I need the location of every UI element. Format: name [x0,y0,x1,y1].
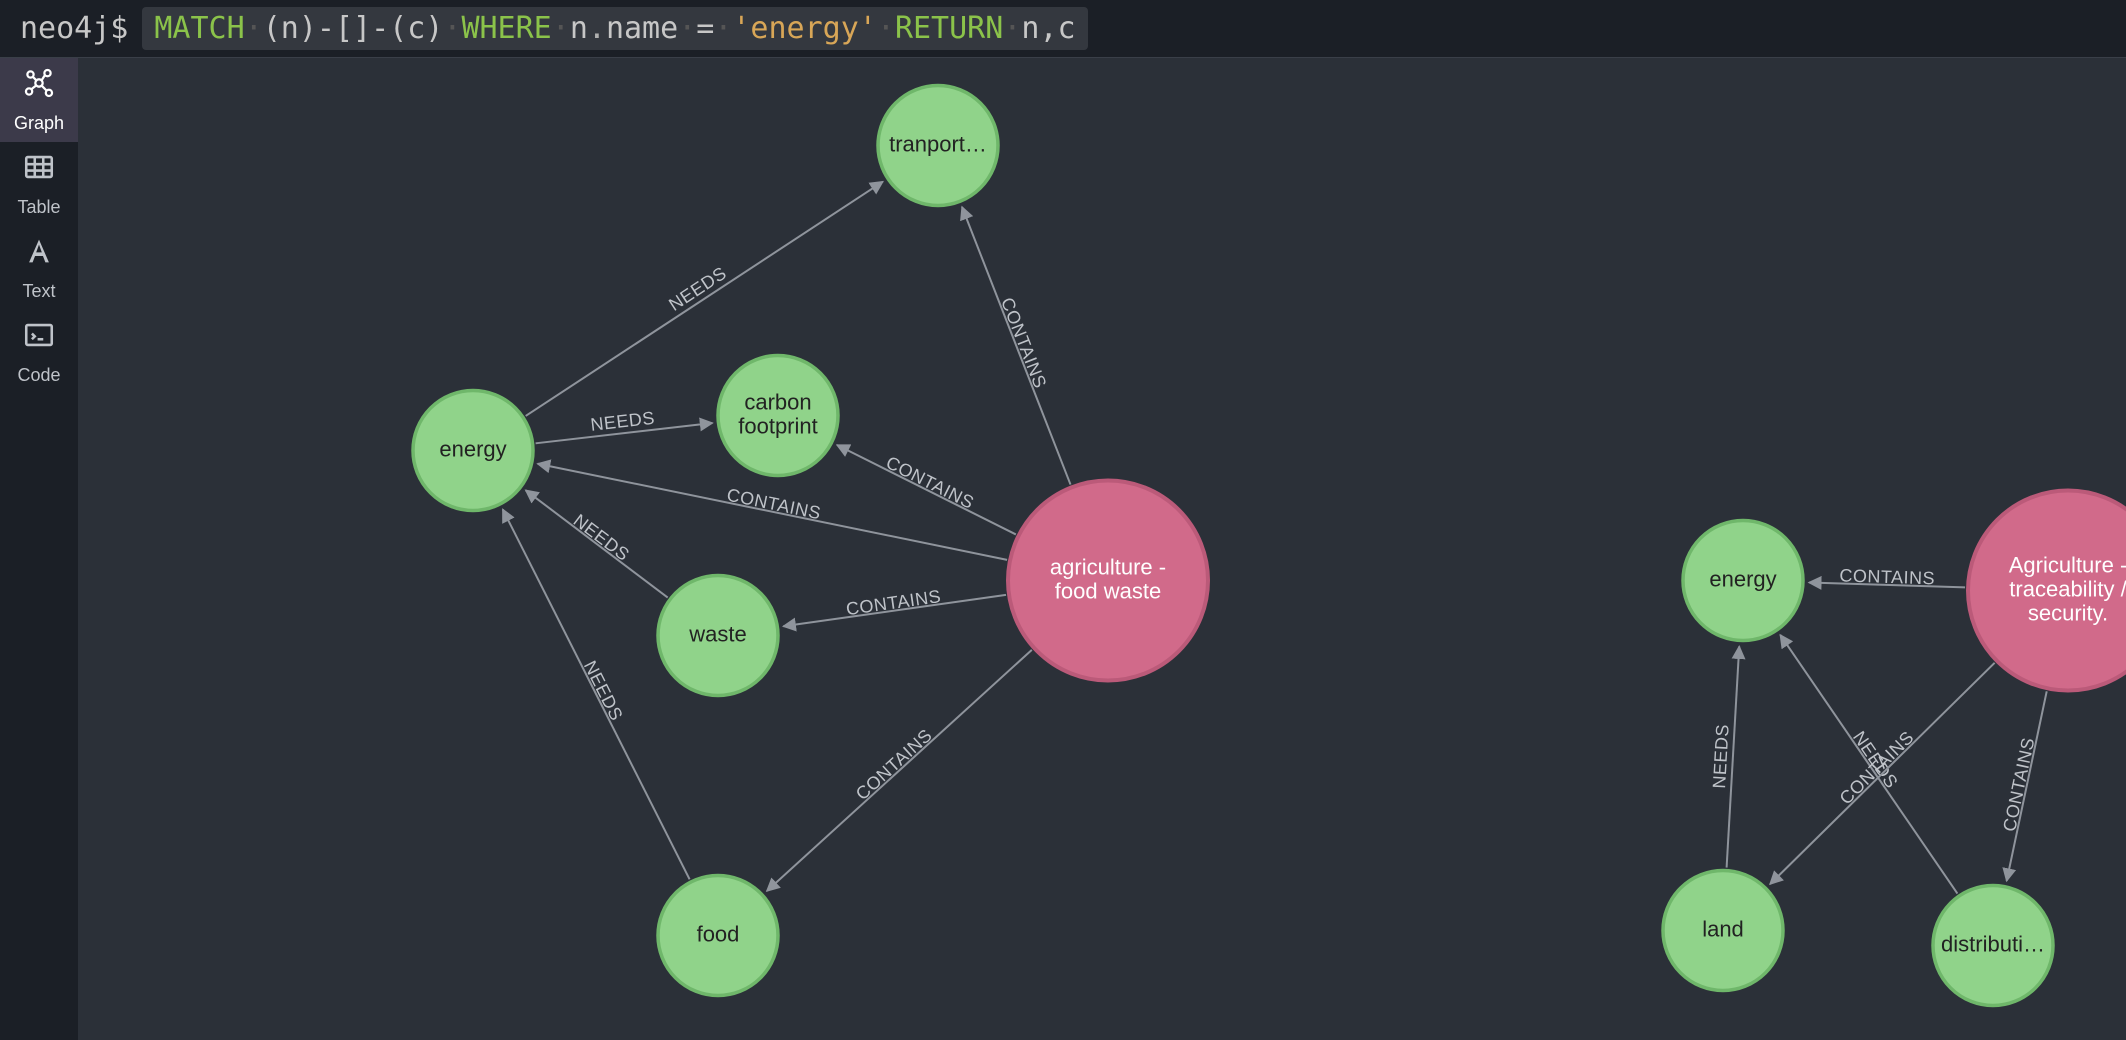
edge-label: NEEDS [1709,724,1733,790]
node-transport[interactable]: tranport… [878,86,998,206]
main-body: GraphTableTextCode NEEDSNEEDSCONTAINSCON… [0,58,2126,1040]
node-food[interactable]: food [658,876,778,996]
edge-waste-energy1[interactable]: NEEDS [526,490,668,597]
edge-energy1-transport[interactable]: NEEDS [526,182,883,416]
query-token: · [245,11,263,46]
query-token: RETURN [895,11,1003,46]
edge-ats-distribution[interactable]: CONTAINS [1999,691,2047,881]
node-energy2[interactable]: energy [1683,521,1803,641]
query-token: 'energy' [732,11,877,46]
edge-afw-waste[interactable]: CONTAINS [783,586,1006,626]
query-token: · [714,11,732,46]
query-token: = [696,11,714,46]
edge-ats-energy2[interactable]: CONTAINS [1809,565,1965,588]
graph-canvas[interactable]: NEEDSNEEDSCONTAINSCONTAINSCONTAINSNEEDSC… [78,58,2126,1040]
node-waste[interactable]: waste [658,576,778,696]
text-icon [22,234,56,273]
query-token: . [588,11,606,46]
edge-afw-transport[interactable]: CONTAINS [962,207,1070,485]
node-land[interactable]: land [1663,871,1783,991]
query-token: · [877,11,895,46]
graph-svg[interactable]: NEEDSNEEDSCONTAINSCONTAINSCONTAINSNEEDSC… [78,58,2126,1040]
query-token: · [678,11,696,46]
query-input[interactable]: MATCH·(n)-[]-(c)·WHERE·n.name·=·'energy'… [142,7,1087,50]
table-icon [22,150,56,189]
query-token: name [606,11,678,46]
code-icon [22,318,56,357]
edge-food-energy1[interactable]: NEEDS [503,509,690,879]
sidebar-item-label: Graph [14,113,64,134]
edge-afw-carbon[interactable]: CONTAINS [837,445,1016,534]
edge-label: CONTAINS [997,295,1050,391]
sidebar-item-table[interactable]: Table [0,142,78,226]
sidebar-item-code[interactable]: Code [0,310,78,394]
edge-afw-food[interactable]: CONTAINS [767,650,1032,891]
query-token: (n)-[]-(c) [263,11,444,46]
node-afw[interactable]: agriculture -food waste [1008,481,1208,681]
edge-label: CONTAINS [883,452,978,513]
edge-label: CONTAINS [1999,736,2038,834]
app-root: neo4j$ MATCH·(n)-[]-(c)·WHERE·n.name·=·'… [0,0,2126,1040]
view-sidebar: Graph Table Text Code [0,58,78,1040]
prompt-label: neo4j$ [20,11,128,46]
query-token: c [1058,11,1076,46]
edge-ats-land[interactable]: CONTAINS [1770,663,1995,884]
sidebar-item-label: Text [22,281,55,302]
edge-label: CONTAINS [852,725,936,804]
sidebar-item-graph[interactable]: Graph [0,58,78,142]
node-carbon[interactable]: carbonfootprint [718,356,838,476]
query-token: n [570,11,588,46]
edge-label: NEEDS [570,510,634,565]
sidebar-item-text[interactable]: Text [0,226,78,310]
edge-label: CONTAINS [1839,565,1935,588]
query-token: · [1003,11,1021,46]
query-token: WHERE [461,11,551,46]
edge-label: CONTAINS [725,485,823,524]
node-distribution[interactable]: distributi… [1933,886,2053,1006]
edge-energy1-carbon[interactable]: NEEDS [536,408,713,444]
edge-label: CONTAINS [1836,727,1918,808]
query-token: MATCH [154,11,244,46]
query-token: · [552,11,570,46]
edge-label: CONTAINS [845,586,943,619]
node-ats[interactable]: Agriculture -traceability /security. [1968,491,2126,691]
graph-icon [22,66,56,105]
sidebar-item-label: Table [17,197,60,218]
query-token: n [1021,11,1039,46]
query-token: · [443,11,461,46]
sidebar-item-label: Code [17,365,60,386]
edge-label: NEEDS [580,657,627,724]
edge-land-energy2[interactable]: NEEDS [1709,646,1739,867]
node-energy1[interactable]: energy [413,391,533,511]
query-bar: neo4j$ MATCH·(n)-[]-(c)·WHERE·n.name·=·'… [0,0,2126,58]
query-token: , [1039,11,1057,46]
